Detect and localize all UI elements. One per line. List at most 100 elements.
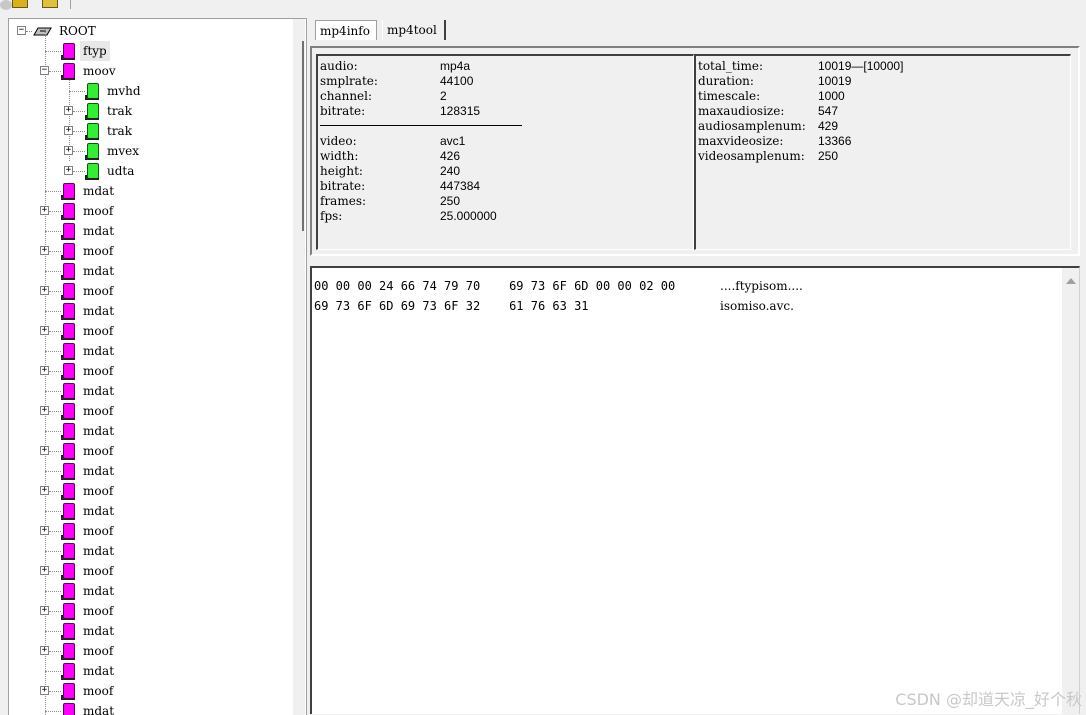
info-row: timescale: 1000 bbox=[698, 89, 1058, 104]
tree-connector bbox=[45, 271, 61, 272]
tree-item[interactable]: mdat bbox=[9, 421, 289, 441]
tree-item[interactable]: ftyp bbox=[9, 41, 289, 61]
expand-icon[interactable]: + bbox=[40, 606, 49, 615]
tree-connector bbox=[49, 291, 61, 292]
tree-item[interactable]: + moof bbox=[9, 481, 289, 501]
info-value: 25.000000 bbox=[440, 209, 497, 223]
collapse-icon[interactable]: − bbox=[40, 66, 49, 75]
open-folder-icon[interactable] bbox=[42, 0, 58, 8]
expand-icon[interactable]: + bbox=[40, 286, 49, 295]
info-key: channel: bbox=[320, 89, 373, 103]
tree-item[interactable]: + moof bbox=[9, 441, 289, 461]
info-value: 250 bbox=[818, 149, 839, 163]
box-tree[interactable]: − ROOT ftyp − moov mvhd + trak + trak + mvex + udta… bbox=[8, 18, 307, 715]
tree-item[interactable]: mdat bbox=[9, 261, 289, 281]
expand-icon[interactable]: + bbox=[64, 106, 73, 115]
media-info-panel: audio: mp4a smplrate: 44100 channel: 2 bitrate… bbox=[316, 54, 694, 250]
tree-connector bbox=[49, 491, 61, 492]
expand-icon[interactable]: + bbox=[40, 646, 49, 655]
tree-root-row[interactable]: − ROOT bbox=[9, 21, 289, 41]
tree-item[interactable]: mdat bbox=[9, 461, 289, 481]
expand-icon[interactable]: + bbox=[40, 326, 49, 335]
tree-item[interactable]: + moof bbox=[9, 201, 289, 221]
tree-connector bbox=[49, 71, 61, 72]
tree-item[interactable]: − moov bbox=[9, 61, 289, 81]
tree-item[interactable]: + moof bbox=[9, 281, 289, 301]
expand-icon[interactable]: + bbox=[64, 126, 73, 135]
tree-item-label: moof bbox=[83, 204, 114, 218]
box-icon bbox=[61, 383, 75, 400]
tree-item[interactable]: + moof bbox=[9, 321, 289, 341]
tree-item[interactable]: mdat bbox=[9, 581, 289, 601]
tree-item[interactable]: + trak bbox=[9, 121, 289, 141]
expand-icon[interactable]: + bbox=[40, 526, 49, 535]
tree-item[interactable]: mdat bbox=[9, 541, 289, 561]
tree-connector bbox=[45, 511, 61, 512]
tree-item[interactable]: mvhd bbox=[9, 81, 289, 101]
expand-icon[interactable]: + bbox=[40, 446, 49, 455]
tree-item[interactable]: mdat bbox=[9, 341, 289, 361]
info-row: width: 426 bbox=[320, 149, 680, 164]
box-icon bbox=[61, 583, 75, 600]
info-row: smplrate: 44100 bbox=[320, 74, 680, 89]
tree-item-label: mdat bbox=[83, 424, 115, 438]
expand-icon[interactable]: + bbox=[40, 486, 49, 495]
tree-item[interactable]: mdat bbox=[9, 301, 289, 321]
tree-scrollbar[interactable] bbox=[293, 19, 305, 715]
scroll-up-icon[interactable] bbox=[1066, 278, 1076, 284]
tab-mp4tool[interactable]: mp4tool bbox=[382, 20, 446, 40]
expand-icon[interactable]: + bbox=[40, 686, 49, 695]
tree-item-label: mdat bbox=[83, 224, 115, 238]
tree-item[interactable]: + moof bbox=[9, 561, 289, 581]
tree-item[interactable]: + moof bbox=[9, 521, 289, 541]
expand-icon[interactable]: + bbox=[40, 366, 49, 375]
box-icon bbox=[85, 123, 99, 140]
tree-item[interactable]: + moof bbox=[9, 361, 289, 381]
tree-item[interactable]: mdat bbox=[9, 621, 289, 641]
expand-icon[interactable]: + bbox=[40, 246, 49, 255]
hex-row[interactable]: 00 00 00 24 66 74 79 70 69 73 6F 6D 00 0… bbox=[314, 276, 1054, 296]
hex-view[interactable]: 00 00 00 24 66 74 79 70 69 73 6F 6D 00 0… bbox=[310, 266, 1080, 714]
scrollbar-thumb[interactable] bbox=[302, 41, 304, 231]
info-key: total_time: bbox=[698, 59, 764, 73]
hex-scrollbar[interactable] bbox=[1062, 268, 1079, 714]
tree-item[interactable]: mdat bbox=[9, 381, 289, 401]
expand-icon[interactable]: + bbox=[40, 566, 49, 575]
tree-item[interactable]: + mvex bbox=[9, 141, 289, 161]
tree-root-label: ROOT bbox=[59, 24, 96, 38]
tree-item-label: moof bbox=[83, 444, 114, 458]
tree-item[interactable]: + moof bbox=[9, 681, 289, 701]
tree-item-label: mdat bbox=[83, 624, 115, 638]
tree-item-label: ftyp bbox=[80, 41, 110, 61]
tree-item-label: moof bbox=[83, 484, 114, 498]
open-file-icon[interactable] bbox=[12, 0, 28, 8]
tree-item[interactable]: mdat bbox=[9, 701, 289, 715]
tree-item[interactable]: + udta bbox=[9, 161, 289, 181]
tree-item[interactable]: mdat bbox=[9, 221, 289, 241]
info-value: 128315 bbox=[440, 104, 481, 118]
tree-item[interactable]: mdat bbox=[9, 181, 289, 201]
tree-item[interactable]: + moof bbox=[9, 241, 289, 261]
box-icon bbox=[61, 463, 75, 480]
box-icon bbox=[61, 223, 75, 240]
info-row: videosamplenum: 250 bbox=[698, 149, 1058, 164]
expand-icon[interactable]: + bbox=[64, 166, 73, 175]
tree-item[interactable]: + moof bbox=[9, 641, 289, 661]
tree-item[interactable]: + moof bbox=[9, 601, 289, 621]
box-icon bbox=[61, 403, 75, 420]
info-row: duration: 10019 bbox=[698, 74, 1058, 89]
expand-icon[interactable]: + bbox=[64, 146, 73, 155]
tree-connector bbox=[49, 331, 61, 332]
info-value: 10019 bbox=[818, 74, 852, 88]
expand-icon[interactable]: + bbox=[40, 406, 49, 415]
tree-item[interactable]: + trak bbox=[9, 101, 289, 121]
collapse-icon[interactable]: − bbox=[17, 26, 26, 35]
hex-row[interactable]: 69 73 6F 6D 69 73 6F 32 61 76 63 31 isomi… bbox=[314, 296, 1054, 316]
info-key: smplrate: bbox=[320, 74, 378, 88]
tree-item[interactable]: + moof bbox=[9, 401, 289, 421]
info-row: bitrate: 128315 bbox=[320, 104, 680, 119]
tree-item[interactable]: mdat bbox=[9, 661, 289, 681]
tab-mp4info[interactable]: mp4info bbox=[315, 20, 377, 40]
tree-item[interactable]: mdat bbox=[9, 501, 289, 521]
expand-icon[interactable]: + bbox=[40, 206, 49, 215]
